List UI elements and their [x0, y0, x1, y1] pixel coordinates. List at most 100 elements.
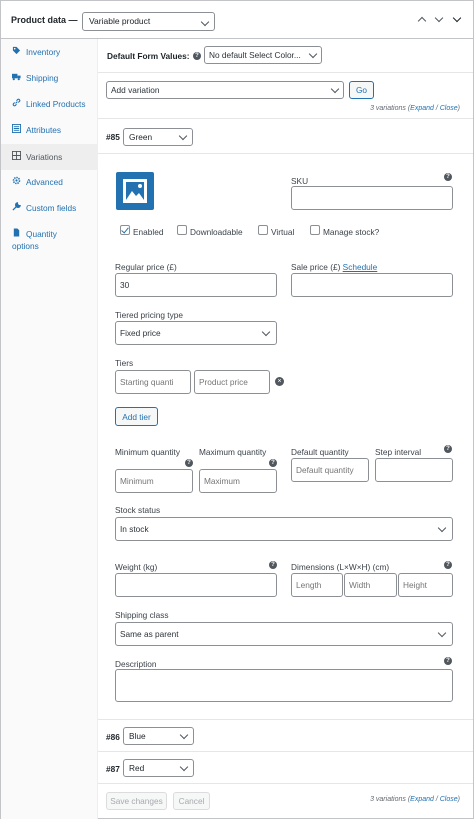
default-color-select[interactable]: No default Select Color... — [204, 46, 322, 64]
truck-icon — [12, 73, 21, 81]
gear-icon — [12, 176, 21, 185]
help-icon[interactable]: ? — [185, 459, 193, 467]
default-quantity-label: Default quantity — [291, 447, 349, 457]
variation-color-select[interactable]: Blue — [123, 727, 194, 745]
close-link[interactable]: Close — [440, 105, 458, 112]
virtual-checkbox[interactable] — [258, 225, 268, 235]
tab-custom-fields[interactable]: Custom fields — [1, 202, 98, 214]
sale-price-input[interactable] — [291, 273, 453, 297]
help-icon[interactable]: ? — [269, 459, 277, 467]
tiers-label: Tiers — [115, 358, 134, 368]
chevron-down-icon — [200, 17, 210, 27]
tab-quantity-options[interactable]: Quantity options — [1, 228, 98, 254]
shipping-class-select[interactable]: Same as parent — [115, 622, 453, 646]
tiered-pricing-type-select[interactable]: Fixed price — [115, 321, 277, 345]
tab-variations[interactable]: Variations — [1, 144, 98, 170]
move-up-button[interactable] — [416, 14, 428, 26]
help-icon[interactable]: ? — [269, 561, 277, 569]
product-data-panel: Product data — Variable product Inventor… — [0, 0, 474, 819]
go-button[interactable]: Go — [349, 81, 374, 99]
enabled-checkbox[interactable] — [120, 225, 130, 235]
help-icon[interactable]: ? — [444, 657, 452, 665]
description-label: Description — [115, 659, 157, 669]
chevron-up-icon — [417, 16, 427, 26]
divider — [98, 783, 473, 784]
caret-down-icon — [452, 13, 462, 23]
default-quantity-input[interactable]: Default quantity — [291, 458, 369, 482]
sku-label: SKU — [291, 176, 309, 186]
document-icon — [13, 228, 20, 237]
variations-summary: 3 variations (Expand / Close) — [370, 796, 460, 803]
help-icon[interactable]: ? — [444, 173, 452, 181]
close-link[interactable]: Close — [440, 796, 458, 803]
dimensions-label: Dimensions (L×W×H) (cm) — [291, 562, 390, 572]
downloadable-checkbox[interactable] — [177, 225, 187, 235]
chevron-down-icon — [330, 84, 340, 94]
remove-tier-icon[interactable]: × — [275, 377, 284, 386]
tab-shipping[interactable]: Shipping — [1, 72, 98, 84]
variations-panel: Default Form Values: ? No default Select… — [98, 39, 473, 819]
toggle-panel-button[interactable] — [451, 13, 463, 26]
width-input[interactable]: Width — [344, 573, 397, 597]
product-data-title: Product data — — [11, 15, 78, 25]
chevron-down-icon — [178, 131, 188, 141]
minimum-quantity-label: Minimum quantity — [115, 447, 181, 457]
wrench-icon — [12, 202, 21, 211]
list-icon — [12, 124, 21, 133]
tab-inventory[interactable]: Inventory — [1, 46, 98, 58]
divider — [98, 72, 473, 73]
product-price-input[interactable]: Product price — [194, 370, 270, 394]
divider — [98, 751, 473, 752]
save-changes-button[interactable]: Save changes — [106, 792, 167, 810]
link-icon — [12, 98, 21, 107]
variation-id: #87 — [106, 764, 120, 774]
expand-link[interactable]: Expand — [410, 105, 434, 112]
chevron-down-icon — [437, 628, 447, 638]
image-icon — [123, 179, 147, 203]
regular-price-input[interactable]: 30 — [115, 273, 277, 297]
divider — [98, 153, 473, 154]
variation-color-select[interactable]: Red — [123, 759, 194, 777]
product-type-select[interactable]: Variable product — [82, 12, 215, 31]
cancel-button[interactable]: Cancel — [173, 792, 210, 810]
variation-image-button[interactable] — [116, 172, 154, 210]
maximum-quantity-label: Maximum quantity — [199, 447, 267, 457]
tab-linked-products[interactable]: Linked Products — [1, 98, 98, 110]
starting-quantity-input[interactable]: Starting quanti — [115, 370, 191, 394]
stock-status-select[interactable]: In stock — [115, 517, 453, 541]
tab-attributes[interactable]: Attributes — [1, 124, 98, 136]
variation-id: #85 — [106, 132, 120, 142]
sku-input[interactable] — [291, 186, 453, 210]
variation-id: #86 — [106, 732, 120, 742]
chevron-down-icon — [437, 523, 447, 533]
product-type-value: Variable product — [89, 16, 151, 26]
tab-advanced[interactable]: Advanced — [1, 176, 98, 188]
chevron-down-icon — [261, 327, 271, 337]
help-icon[interactable]: ? — [193, 52, 201, 60]
manage-stock-checkbox[interactable] — [310, 225, 320, 235]
divider — [98, 118, 473, 119]
variation-color-select[interactable]: Green — [123, 128, 193, 146]
chevron-down-icon — [179, 762, 189, 772]
help-icon[interactable]: ? — [444, 561, 452, 569]
description-textarea[interactable] — [115, 669, 453, 702]
add-tier-button[interactable]: Add tier — [115, 407, 158, 426]
schedule-link[interactable]: Schedule — [343, 262, 378, 272]
length-input[interactable]: Length — [291, 573, 343, 597]
variations-summary: 3 variations (Expand / Close) — [370, 105, 460, 112]
weight-input[interactable] — [115, 573, 277, 597]
tag-icon — [12, 46, 21, 55]
help-icon[interactable]: ? — [444, 445, 452, 453]
height-input[interactable]: Height — [398, 573, 453, 597]
divider — [98, 719, 473, 720]
step-interval-input[interactable] — [375, 458, 453, 482]
stock-status-label: Stock status — [115, 505, 161, 515]
move-down-button[interactable] — [433, 13, 445, 26]
add-variation-select[interactable]: Add variation — [106, 81, 344, 99]
regular-price-label: Regular price (£) — [115, 262, 177, 272]
maximum-quantity-input[interactable]: Maximum — [199, 469, 277, 493]
default-form-values-label: Default Form Values: — [107, 51, 190, 61]
expand-link[interactable]: Expand — [410, 796, 434, 803]
sale-price-label: Sale price (£) Schedule — [291, 262, 378, 272]
minimum-quantity-input[interactable]: Minimum — [115, 469, 193, 493]
